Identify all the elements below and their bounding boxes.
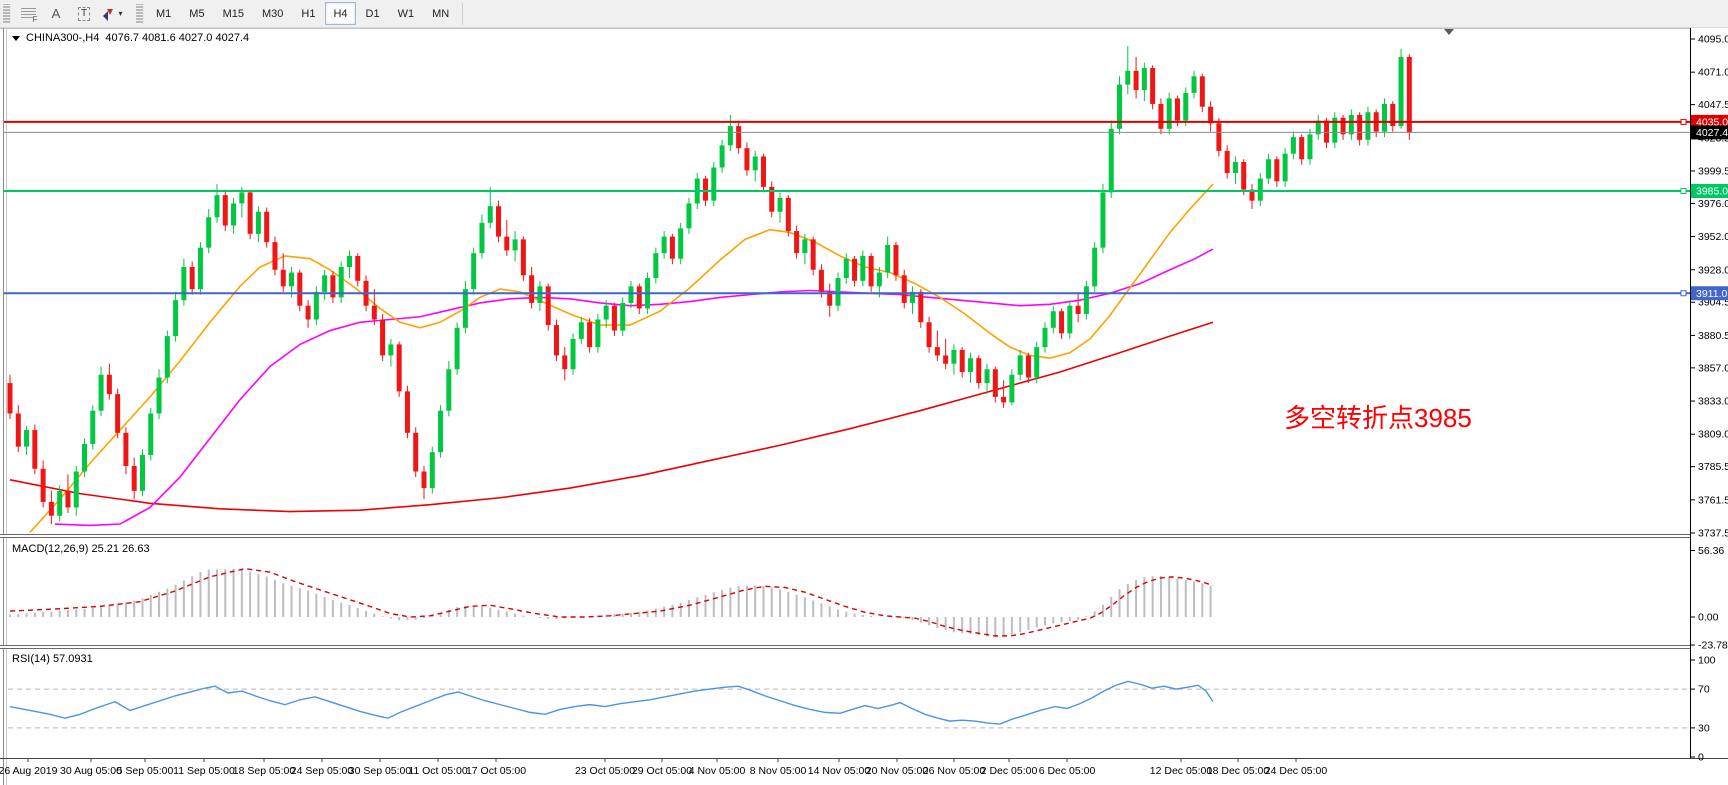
chart-shift-marker-icon[interactable] xyxy=(1444,29,1454,35)
time-axis-label: 6 Dec 05:00 xyxy=(1039,765,1096,777)
svg-text:3857.0: 3857.0 xyxy=(1698,362,1728,374)
svg-text:3737.5: 3737.5 xyxy=(1698,528,1728,540)
time-axis-label: 11 Sep 05:00 xyxy=(173,765,235,777)
arrow-styles-button[interactable]: ▾ xyxy=(99,2,125,26)
toolbar-grip[interactable] xyxy=(3,4,11,24)
timeframe-button-M1[interactable]: M1 xyxy=(148,2,179,25)
svg-text:4095.0: 4095.0 xyxy=(1698,34,1728,46)
timeframe-button-W1[interactable]: W1 xyxy=(390,2,423,25)
time-axis-label: 29 Oct 05:00 xyxy=(632,765,692,777)
toolbar-divider xyxy=(462,3,463,25)
time-axis-label: 18 Dec 05:00 xyxy=(1207,765,1270,777)
time-axis-label: 30 Sep 05:00 xyxy=(349,765,412,777)
time-axis-label: 12 Dec 05:00 xyxy=(1150,765,1213,777)
price-axis[interactable]: 4095.04071.04047.54023.53999.53976.03952… xyxy=(1690,28,1728,764)
chevron-down-icon: ▾ xyxy=(118,9,122,18)
symbol-period-label: CHINA300-,H4 xyxy=(26,32,99,44)
trading-platform-window: F A T ▾ M1M5M15M30H1H4D1W1MN 4095.04071.… xyxy=(0,0,1728,785)
timeframe-button-MN[interactable]: MN xyxy=(424,2,457,25)
candlesticks xyxy=(8,46,1412,524)
ma-lines xyxy=(10,184,1213,532)
price-badge: 4027.4 xyxy=(1691,125,1728,139)
chart-text-annotation[interactable]: 多空转折点3985 xyxy=(1284,398,1472,435)
time-axis-label: 2 Dec 05:00 xyxy=(981,765,1038,777)
time-axis[interactable]: 26 Aug 201930 Aug 05:005 Sep 05:0011 Sep… xyxy=(0,758,1327,777)
time-axis-label: 17 Oct 05:00 xyxy=(466,765,526,777)
svg-text:3809.0: 3809.0 xyxy=(1698,429,1728,441)
timeframe-button-M30[interactable]: M30 xyxy=(254,2,291,25)
price-badge: 3985.0 xyxy=(1691,184,1728,198)
rsi-pane xyxy=(8,681,1690,728)
svg-text:0.00: 0.00 xyxy=(1698,612,1719,624)
text-tool-button[interactable]: T xyxy=(71,2,97,26)
svg-text:70: 70 xyxy=(1698,684,1710,696)
timeframe-button-M5[interactable]: M5 xyxy=(181,2,212,25)
svg-text:3785.5: 3785.5 xyxy=(1698,461,1728,473)
svg-text:-23.78: -23.78 xyxy=(1698,640,1728,652)
svg-text:4047.5: 4047.5 xyxy=(1698,99,1728,111)
chart-title-bar[interactable]: CHINA300-,H4 4076.7 4081.6 4027.0 4027.4 xyxy=(12,32,249,44)
price-badge: 3911.0 xyxy=(1691,286,1728,300)
rsi-indicator-label: RSI(14) 57.0931 xyxy=(12,653,93,665)
time-axis-label: 4 Nov 05:00 xyxy=(689,765,746,777)
svg-text:3928.0: 3928.0 xyxy=(1698,264,1728,276)
svg-text:3833.0: 3833.0 xyxy=(1698,396,1728,408)
text-label-icon: A xyxy=(52,6,61,21)
time-axis-label: 20 Nov 05:00 xyxy=(866,765,929,777)
time-axis-label: 30 Aug 05:00 xyxy=(60,765,122,777)
svg-text:100: 100 xyxy=(1698,655,1716,667)
svg-text:3999.5: 3999.5 xyxy=(1698,165,1728,177)
svg-text:4027.4: 4027.4 xyxy=(1696,127,1728,139)
macd-indicator-label: MACD(12,26,9) 25.21 26.63 xyxy=(12,543,150,555)
timeframe-button-M15[interactable]: M15 xyxy=(215,2,252,25)
time-axis-label: 8 Nov 05:00 xyxy=(750,765,807,777)
time-axis-label: 26 Aug 2019 xyxy=(0,765,58,777)
text-tool-icon: T xyxy=(78,7,90,21)
svg-text:3880.5: 3880.5 xyxy=(1698,330,1728,342)
svg-text:3911.0: 3911.0 xyxy=(1696,288,1727,300)
fibonacci-icon: F xyxy=(21,8,36,20)
symbol-dropdown-icon[interactable] xyxy=(12,36,20,41)
chart-canvas[interactable]: 4095.04071.04047.54023.53999.53976.03952… xyxy=(0,0,1728,785)
fibonacci-tool-button[interactable]: F xyxy=(15,2,41,26)
time-axis-label: 5 Sep 05:00 xyxy=(117,765,174,777)
arrows-icon xyxy=(101,7,115,21)
svg-text:3985.0: 3985.0 xyxy=(1696,186,1728,198)
macd-pane xyxy=(10,569,1213,637)
timeframe-button-D1[interactable]: D1 xyxy=(358,2,388,25)
time-axis-label: 18 Sep 05:00 xyxy=(233,765,296,777)
time-axis-label: 23 Oct 05:00 xyxy=(575,765,635,777)
ohlc-values: 4076.7 4081.6 4027.0 4027.4 xyxy=(105,32,249,44)
time-axis-label: 24 Dec 05:00 xyxy=(1265,765,1328,777)
timeframe-button-H1[interactable]: H1 xyxy=(293,2,323,25)
time-axis-label: 24 Sep 05:00 xyxy=(291,765,354,777)
level-line-handle xyxy=(1681,291,1686,296)
svg-text:3761.5: 3761.5 xyxy=(1698,494,1728,506)
timeframe-button-H4[interactable]: H4 xyxy=(325,2,355,25)
svg-text:3976.0: 3976.0 xyxy=(1698,198,1728,210)
svg-text:3952.0: 3952.0 xyxy=(1698,231,1728,243)
svg-text:56.36: 56.36 xyxy=(1698,545,1724,557)
svg-text:4071.0: 4071.0 xyxy=(1698,67,1728,79)
timeframe-button-group: M1M5M15M30H1H4D1W1MN xyxy=(147,2,458,25)
level-line-handle xyxy=(1681,119,1686,124)
time-axis-label: 26 Nov 05:00 xyxy=(923,765,986,777)
toolbar-grip-2[interactable] xyxy=(136,4,144,24)
chart-toolbar: F A T ▾ M1M5M15M30H1H4D1W1MN xyxy=(0,0,1728,28)
time-axis-label: 11 Oct 05:00 xyxy=(408,765,468,777)
time-axis-label: 14 Nov 05:00 xyxy=(808,765,871,777)
level-line-handle xyxy=(1681,189,1686,194)
svg-text:0: 0 xyxy=(1698,752,1704,764)
svg-text:30: 30 xyxy=(1698,722,1710,734)
text-label-tool-button[interactable]: A xyxy=(43,2,69,26)
